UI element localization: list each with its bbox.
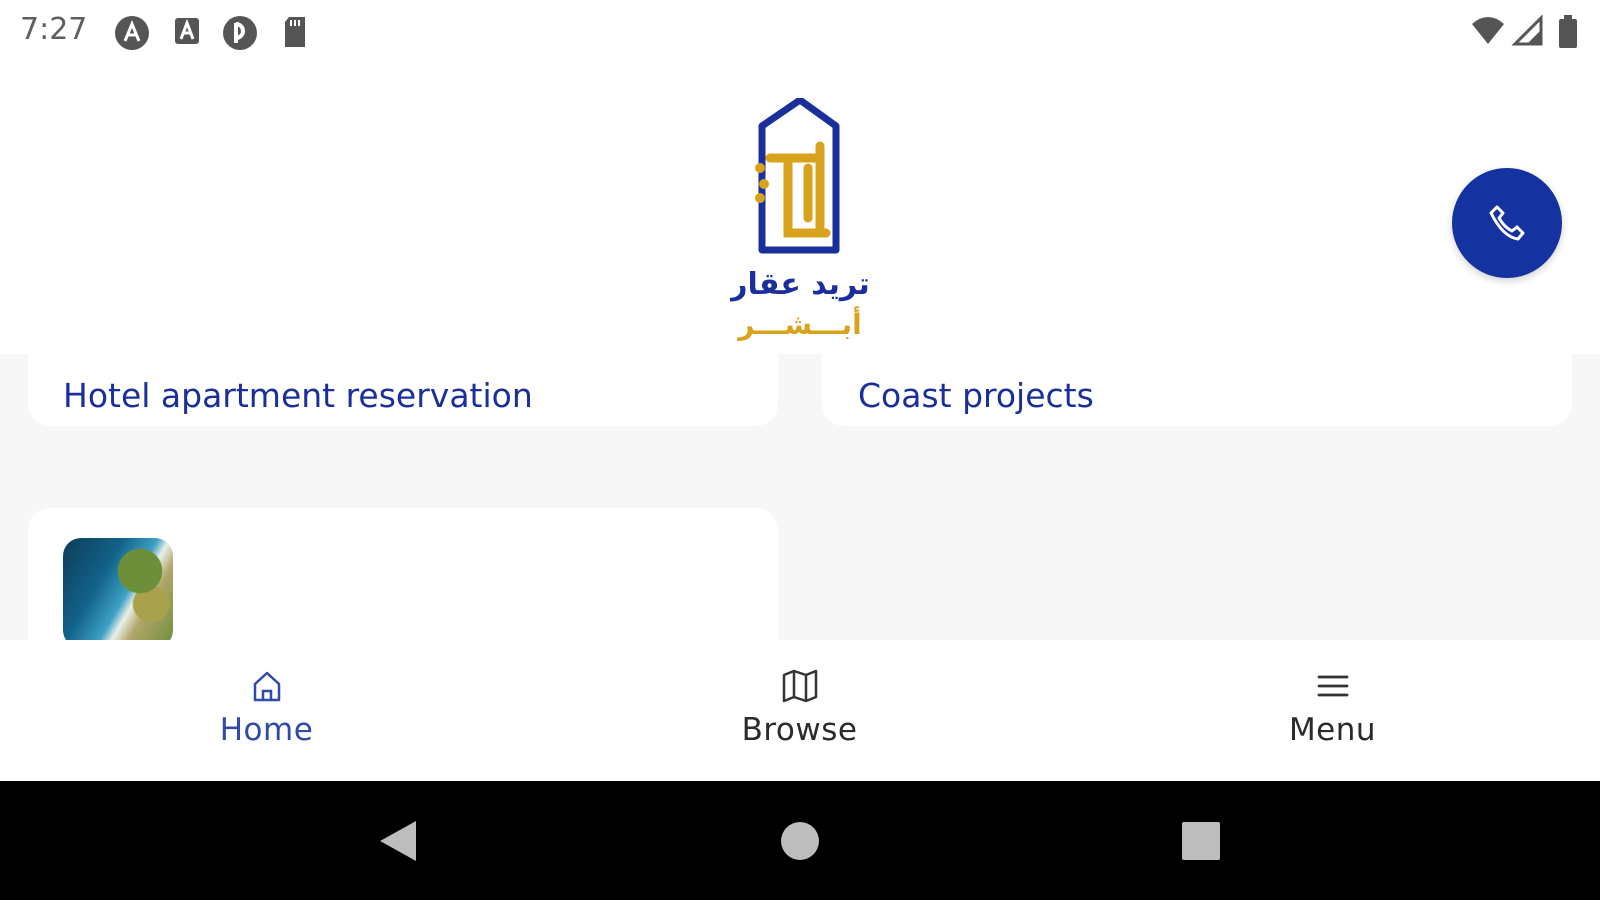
logo-mark: تريد عقار أبـــشـــر <box>728 96 870 341</box>
coastal-aerial-image <box>63 538 173 640</box>
nav-home-label: Home <box>219 712 314 748</box>
status-time: 7:27 <box>20 12 88 47</box>
card-title: Coast projects <box>858 376 1094 415</box>
nav-menu[interactable]: Menu <box>1066 640 1599 781</box>
hamburger-icon <box>1317 675 1348 697</box>
card-coast-projects[interactable]: Coast projects <box>822 354 1572 426</box>
home-icon <box>253 671 280 702</box>
nav-menu-label: Menu <box>1288 712 1377 748</box>
logo-arabic-line-2: أبـــشـــر <box>736 306 861 341</box>
card-hotel-apartment[interactable]: Hotel apartment reservation <box>28 354 778 426</box>
content-area: Hotel apartment reservation Coast projec… <box>0 354 1600 640</box>
app-notification-icon-c <box>221 14 259 52</box>
battery-icon <box>1556 14 1590 48</box>
nav-home[interactable]: Home <box>0 640 533 781</box>
bottom-navigation: Home Browse Menu <box>0 640 1600 781</box>
app-logo[interactable]: تريد عقار أبـــشـــر <box>728 96 870 348</box>
back-icon[interactable] <box>378 819 418 867</box>
nav-browse-label: Browse <box>741 712 858 748</box>
recents-icon[interactable] <box>1181 819 1221 867</box>
system-navigation-bar <box>0 781 1600 900</box>
home-circle-icon[interactable] <box>780 819 820 867</box>
call-button[interactable] <box>1452 168 1562 278</box>
phone-icon <box>1489 205 1525 241</box>
app-notification-icon-b <box>172 14 210 52</box>
sd-card-icon <box>280 14 318 52</box>
card-coast-listing[interactable] <box>28 508 778 640</box>
signal-icon <box>1511 14 1545 48</box>
app-notification-icon-a <box>113 14 151 52</box>
wifi-icon <box>1470 14 1504 48</box>
logo-arabic-line-1: تريد عقار <box>730 267 870 302</box>
status-bar: 7:27 <box>0 0 1600 64</box>
map-icon <box>782 669 817 703</box>
card-title: Hotel apartment reservation <box>63 376 533 415</box>
nav-browse[interactable]: Browse <box>533 640 1066 781</box>
